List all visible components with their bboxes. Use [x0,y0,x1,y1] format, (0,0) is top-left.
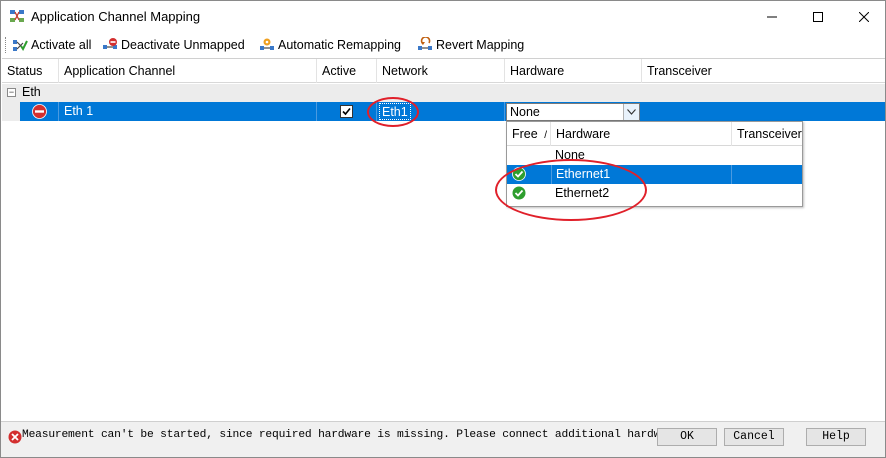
collapse-icon[interactable]: − [7,88,16,97]
hardware-combobox-value: None [510,105,540,119]
group-row-eth[interactable]: − Eth [2,84,885,102]
hardware-combobox[interactable]: None [506,103,640,121]
deactivate-unmapped-label: Deactivate Unmapped [121,38,245,52]
channel-mapping-grid: Status Application Channel Active Networ… [2,58,885,420]
grid-header: Status Application Channel Active Networ… [2,59,885,83]
hardware-dropdown-list: Free / Hardware Transceiver None Etherne… [506,121,803,207]
help-button[interactable]: Help [806,428,866,446]
close-button[interactable] [841,1,886,32]
sort-indicator: / [544,130,547,141]
revert-mapping-icon [418,37,432,50]
automatic-remapping-button[interactable]: Automatic Remapping [259,35,401,55]
activate-all-button[interactable]: Activate all [12,35,91,55]
activate-all-icon [13,40,28,51]
application-channel-cell: Eth 1 [59,102,317,121]
column-header-hardware[interactable]: Hardware [505,59,642,83]
ok-button[interactable]: OK [657,428,717,446]
status-bar: Measurement can't be started, since requ… [1,421,885,457]
chevron-down-icon [627,109,636,115]
cancel-button[interactable]: Cancel [724,428,784,446]
maximize-button[interactable] [795,1,841,32]
application-channel-mapping-window: Application Channel Mapping Activate all [0,0,886,458]
toolbar: Activate all Deactivate Unmapped Automat… [1,32,885,58]
deactivate-unmapped-button[interactable]: Deactivate Unmapped [102,35,245,55]
group-label: Eth [22,85,41,99]
dropdown-column-free-label: Free [512,127,538,141]
list-item-ethernet2[interactable]: Ethernet2 [507,184,802,203]
error-message: Measurement can't be started, since requ… [22,429,687,441]
available-check-icon [512,186,526,200]
dropdown-column-free[interactable]: Free / [507,122,551,146]
close-icon [859,11,869,22]
active-cell [317,102,377,121]
list-item-none[interactable]: None [507,146,802,165]
minimize-button[interactable] [749,1,795,32]
column-header-application-channel[interactable]: Application Channel [59,59,317,83]
toolbar-grip[interactable] [5,37,8,53]
automatic-remapping-label: Automatic Remapping [278,38,401,52]
dropdown-column-transceiver[interactable]: Transceiver [732,122,802,146]
revert-mapping-label: Revert Mapping [436,38,525,52]
list-item-hardware: Ethernet1 [551,165,732,184]
list-item-ethernet1[interactable]: Ethernet1 [507,165,802,184]
active-checkbox[interactable] [340,105,353,118]
list-item-hardware: None [555,148,585,162]
row-indent [2,102,20,121]
error-icon [8,430,22,444]
minimize-icon [767,16,777,17]
column-header-active[interactable]: Active [317,59,377,83]
title-bar: Application Channel Mapping [1,1,885,32]
deactivate-unmapped-icon [103,38,117,49]
table-row[interactable]: Eth 1 Eth1 [2,102,885,121]
error-status-icon [32,104,47,119]
column-header-network[interactable]: Network [377,59,505,83]
available-check-icon [512,167,526,181]
activate-all-label: Activate all [31,38,92,52]
maximize-icon [813,11,823,22]
hardware-dropdown-button[interactable] [623,104,639,120]
column-header-status[interactable]: Status [2,59,59,83]
channel-mapping-icon [10,10,24,22]
dropdown-header: Free / Hardware Transceiver [507,122,802,146]
status-cell [20,102,59,121]
dropdown-column-hardware[interactable]: Hardware [551,122,732,146]
automatic-remapping-icon [260,38,274,50]
column-header-transceiver[interactable]: Transceiver [642,59,885,83]
network-value[interactable]: Eth1 [379,103,411,120]
revert-mapping-button[interactable]: Revert Mapping [417,35,524,55]
window-title: Application Channel Mapping [31,9,201,24]
checkmark-icon [342,107,351,116]
list-item-hardware: Ethernet2 [555,186,610,200]
